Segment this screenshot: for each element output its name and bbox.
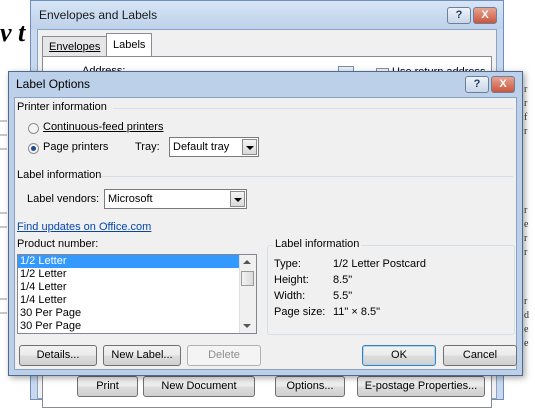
detail-key-width: Width: [274,290,306,302]
tray-label: Tray: [135,141,160,153]
document-text-line [0,148,7,150]
document-letter: d [524,310,529,321]
printer-information-separator [113,108,513,109]
continuous-feed-radio[interactable] [28,123,39,134]
document-text-line [0,226,7,228]
dialog-titlebar: Label Options ? X [9,72,522,97]
label-information-separator [101,176,513,177]
detail-value-height: 8.5" [333,274,353,286]
document-letter: e [524,338,529,349]
product-number-listbox[interactable]: 1/2 Letter 1/2 Letter 1/4 Letter 1/4 Let… [17,254,257,334]
scroll-up-icon[interactable] [243,260,251,264]
detail-key-type: Type: [274,258,301,270]
document-text-line [0,134,7,136]
label-information-heading: Label information [17,169,102,181]
envelopes-titlebar: Envelopes and Labels ? X [31,1,503,29]
detail-value-page-size: 11" × 8.5" [333,306,381,318]
tab-envelopes[interactable]: Envelopes [42,36,108,57]
document-letter: r [524,247,528,258]
document-text-line [0,298,7,300]
document-letter: r [524,233,528,244]
dialog-close-button[interactable]: X [491,76,515,93]
detail-value-width: 5.5" [333,290,353,302]
chevron-down-icon[interactable] [230,191,245,207]
document-letter: f [524,112,528,123]
document-letter: r [524,205,528,216]
document-letter: e [524,324,529,335]
details-button[interactable]: Details... [19,345,97,366]
tab-labels[interactable]: Labels [106,33,153,57]
label-options-dialog: Label Options ? X Printer information Co… [8,71,523,376]
list-item[interactable]: 1/4 Letter [18,281,256,294]
new-document-button[interactable]: New Document [143,376,255,397]
page-printers-radio[interactable] [28,143,39,154]
help-button[interactable]: ? [447,7,471,24]
scroll-thumb[interactable] [241,271,254,286]
document-text-line [0,312,7,314]
list-item[interactable]: 30 Per Page [18,307,256,320]
document-letter: r [524,84,528,95]
chevron-down-icon[interactable] [242,139,257,155]
document-text-line [0,120,7,122]
continuous-feed-label: Continuous-feed printers [43,121,163,133]
label-vendors-combobox[interactable]: Microsoft [104,189,247,209]
label-vendors-label: Label vendors: [27,193,100,205]
label-details-heading: Label information [273,238,362,250]
radio-selected-dot [31,146,36,151]
options-button[interactable]: Options... [275,376,345,397]
detail-value-type: 1/2 Letter Postcard [333,258,426,270]
epostage-properties-button[interactable]: E-postage Properties... [357,376,485,397]
list-item[interactable]: 30 Per Page [18,320,256,333]
document-heading: v t [0,18,26,47]
dialog-help-button[interactable]: ? [465,76,489,93]
page-printers-label: Page printers [43,141,109,153]
document-text-line [0,212,7,214]
print-button[interactable]: Print [77,376,138,397]
tray-value: Default tray [173,141,230,153]
cancel-button[interactable]: Cancel [443,345,517,366]
label-vendors-value: Microsoft [108,193,153,205]
ok-button[interactable]: OK [362,345,436,366]
continuous-feed-text: Continuous-feed printers [43,121,164,133]
new-label-button[interactable]: New Label... [103,345,181,366]
find-updates-link[interactable]: Find updates on Office.com [17,221,151,233]
list-item[interactable]: 1/2 Letter [18,255,240,268]
scroll-down-icon[interactable] [243,324,251,328]
detail-key-height: Height: [274,274,309,286]
close-button[interactable]: X [473,7,497,24]
product-number-label: Product number: [17,238,99,250]
printer-information-heading: Printer information [17,101,107,113]
tab-envelopes-label: Envelopes [49,41,101,53]
list-item[interactable]: 1/4 Letter [18,294,256,307]
dialog-body: Printer information Continuous-feed prin… [14,97,517,370]
tray-combobox[interactable]: Default tray [169,137,259,157]
dialog-title: Label Options [16,77,91,91]
document-letter: r [524,98,528,109]
document-letter: e [524,219,529,230]
list-item[interactable]: 1/2 Letter [18,268,256,281]
listbox-scrollbar[interactable] [239,255,256,333]
envelopes-window-title: Envelopes and Labels [39,8,158,22]
document-letter: r [524,296,528,307]
tab-labels-label: Labels [113,39,146,51]
document-letter: r [524,126,528,137]
delete-button[interactable]: Delete [187,345,261,366]
detail-key-page-size: Page size: [274,306,326,318]
